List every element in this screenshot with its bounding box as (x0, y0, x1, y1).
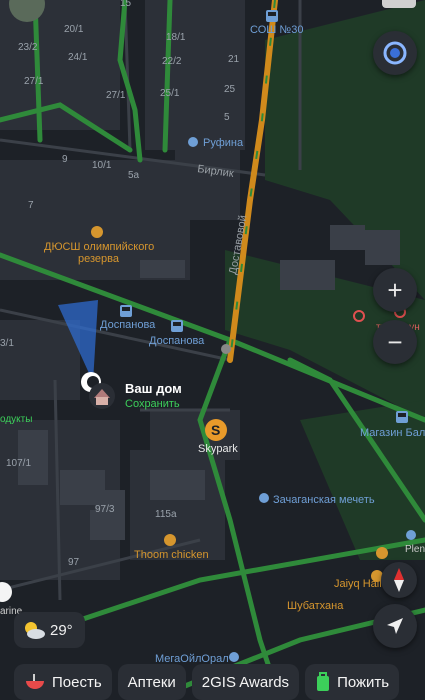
sport-icon[interactable] (91, 226, 103, 238)
plus-icon: + (387, 275, 403, 305)
chip-label: Поесть (52, 673, 102, 691)
house-number: 97/3 (95, 504, 115, 515)
house-number: 7 (28, 200, 34, 211)
chip-2gis-awards[interactable]: 2GIS Awards (191, 664, 300, 700)
house-number: 5 (224, 112, 230, 123)
place-icon[interactable] (229, 652, 239, 662)
house-number: 18/1 (166, 32, 186, 43)
house-number: 23/2 (18, 42, 38, 53)
poi-school: СОШ №30 (250, 24, 303, 36)
poi-plen: Plen (405, 544, 425, 555)
traffic-light-icon (221, 344, 231, 354)
poi-shubatkhana: Шубатхана (287, 600, 344, 612)
my-location-button[interactable] (373, 604, 417, 648)
poi-thoom-chicken: Thoom chicken (134, 549, 209, 561)
chip-eat[interactable]: Поесть (14, 664, 112, 700)
house-number: 5a (128, 170, 140, 181)
bus-stop-icon[interactable] (396, 411, 408, 423)
save-home-link[interactable]: Сохранить (125, 398, 180, 410)
house-number: 97 (68, 557, 80, 568)
compass-north-button[interactable] (381, 562, 417, 598)
skypark-icon-glyph: S (211, 422, 220, 438)
minus-icon: − (387, 327, 403, 357)
chip-stay[interactable]: Пожить (305, 664, 400, 700)
house-number: 107/1 (6, 458, 31, 469)
temperature: 29° (50, 621, 73, 639)
zoom-out-button[interactable]: − (373, 320, 417, 364)
poi-dyussh-line2: резерва (78, 253, 120, 265)
weather-widget[interactable]: 29° (14, 612, 85, 648)
navigation-arrow-icon (387, 618, 403, 634)
shop-icon[interactable] (188, 137, 198, 147)
restaurant-icon[interactable] (164, 534, 176, 546)
food-bowl-icon (26, 674, 44, 689)
poi-products: одукты (0, 414, 32, 425)
house-number: 27/1 (24, 76, 44, 87)
poi-skypark: Skypark (198, 443, 238, 455)
poi-rufina: Руфина (203, 137, 244, 149)
house-number: 25/1 (160, 88, 180, 99)
house-number: 27/1 (106, 90, 126, 101)
alice-assistant-icon (383, 41, 407, 65)
poi-mosque: Зачаганская мечеть (273, 494, 375, 506)
category-chips: Поесть Аптеки 2GIS Awards Пожить (14, 664, 400, 700)
restaurant-icon[interactable] (376, 547, 388, 559)
bus-stop-icon[interactable] (171, 320, 183, 332)
house-number: 25 (224, 84, 236, 95)
chip-label: 2GIS Awards (201, 673, 290, 691)
poi-dospanova-1: Доспанова (100, 319, 156, 331)
poi-magazin: Магазин Бал (360, 427, 425, 439)
bus-stop-icon[interactable] (266, 10, 278, 22)
home-title[interactable]: Ваш дом (125, 381, 182, 396)
house-number: 3/1 (0, 338, 14, 349)
house-number: 9 (62, 154, 68, 165)
poi-dospanova-2: Доспанова (149, 335, 205, 347)
poi-dyussh: ДЮСШ олимпийского (44, 241, 154, 253)
home-pin-icon[interactable] (89, 383, 115, 409)
partly-cloudy-icon (25, 622, 45, 639)
house-number: 24/1 (68, 52, 88, 63)
chip-label: Аптеки (127, 673, 176, 691)
place-icon[interactable] (406, 530, 416, 540)
house-number: 115a (155, 509, 177, 520)
poi-jaiyq-hall: Jaiyq Hall (334, 578, 382, 590)
compass-button[interactable] (373, 31, 417, 75)
house-number: 20/1 (64, 24, 84, 35)
house-number: 22/2 (162, 56, 182, 67)
house-number: 15 (120, 0, 132, 9)
zoom-in-button[interactable]: + (373, 268, 417, 312)
layers-icon[interactable] (382, 0, 416, 8)
chip-label: Пожить (337, 673, 390, 691)
bus-stop-icon[interactable] (120, 305, 132, 317)
mosque-icon[interactable] (259, 493, 269, 503)
suitcase-icon (317, 672, 330, 691)
house-number: 10/1 (92, 160, 112, 171)
compass-icon (394, 568, 404, 592)
map-canvas[interactable]: Доставовой Бирлик 23/2 20/1 18/1 24/1 22… (0, 0, 425, 700)
chip-pharmacies[interactable]: Аптеки (117, 664, 186, 700)
house-number: 21 (228, 54, 240, 65)
